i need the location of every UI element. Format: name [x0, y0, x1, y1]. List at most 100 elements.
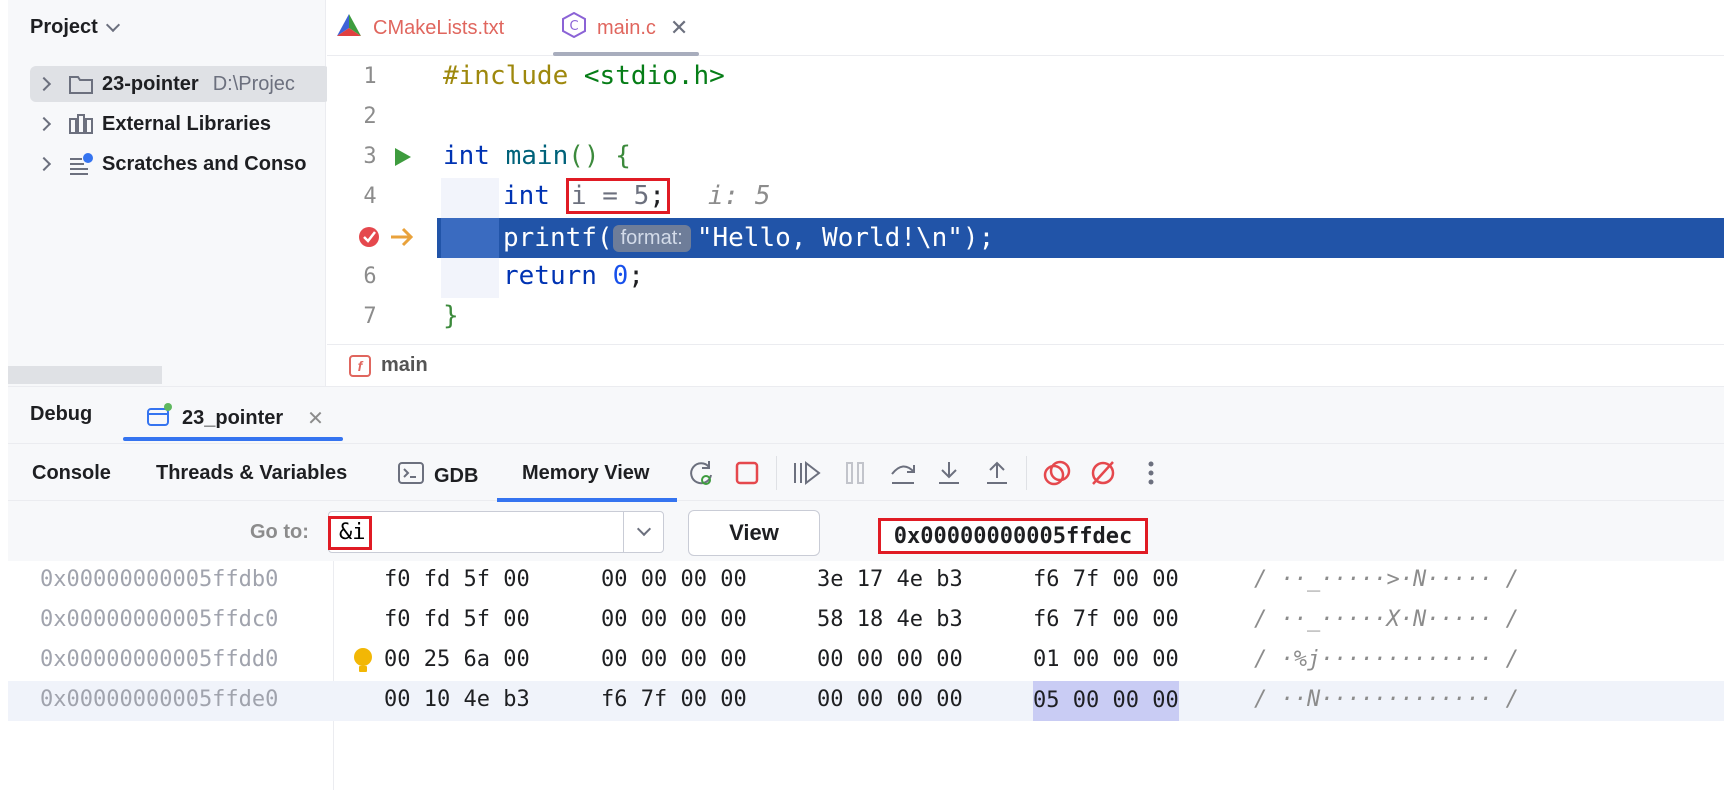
memory-address: 0x00000000005ffdb0	[40, 567, 279, 592]
project-title: Project	[30, 16, 98, 38]
scratches-icon	[66, 152, 96, 176]
tab-label: 23_pointer	[182, 406, 284, 429]
view-button[interactable]: View	[688, 510, 820, 556]
indent-guide	[441, 218, 499, 258]
library-icon	[66, 112, 96, 136]
code-token: ()	[568, 141, 600, 171]
breadcrumb-label: main	[381, 354, 428, 376]
more-options-icon[interactable]	[1136, 458, 1166, 488]
view-breakpoints-icon[interactable]	[1042, 458, 1072, 488]
chevron-right-icon[interactable]	[36, 116, 52, 132]
tab-gdb[interactable]: GDB	[398, 462, 478, 490]
memory-bytes-selected[interactable]: 05 00 00 00	[1033, 681, 1179, 721]
memory-bytes[interactable]: f0 fd 5f 00	[384, 607, 530, 632]
tab-label: Console	[32, 462, 111, 484]
chevron-down-icon	[636, 521, 651, 537]
breadcrumb[interactable]: f main	[327, 344, 1724, 386]
memory-bytes[interactable]: 00 10 4e b3	[384, 687, 530, 712]
close-icon[interactable]: ✕	[670, 15, 688, 41]
tab-label: Memory View	[522, 462, 650, 484]
tab-session[interactable]: 23_pointer ✕	[146, 403, 324, 433]
tree-item-project-root[interactable]: 23-pointer D:\Projec	[30, 66, 330, 102]
tab-label: CMakeLists.txt	[373, 16, 505, 39]
memory-bytes[interactable]: 58 18 4e b3	[817, 607, 963, 632]
close-icon[interactable]: ✕	[307, 406, 324, 431]
code-token: return	[503, 261, 597, 291]
memory-bytes[interactable]: f6 7f 00 00	[1033, 567, 1179, 592]
memory-row-current: 0x00000000005ffde0 00 10 4e b3 f6 7f 00 …	[8, 681, 1724, 721]
breakpoint-icon[interactable]	[357, 225, 381, 254]
memory-bytes[interactable]: f6 7f 00 00	[1033, 607, 1179, 632]
memory-bytes[interactable]: 00 00 00 00	[817, 647, 963, 672]
goto-input[interactable]	[329, 512, 623, 552]
tree-item-label: Scratches and Conso	[102, 152, 307, 175]
memory-bytes[interactable]: 00 25 6a 00	[384, 647, 530, 672]
toolbar-separator	[776, 456, 777, 490]
code-token: ;	[628, 261, 644, 291]
code-line-7: }	[443, 296, 459, 336]
ascii-text: ·%j·············	[1280, 647, 1493, 672]
resume-icon[interactable]	[792, 458, 822, 488]
code-token: "Hello, World!\n");	[696, 223, 995, 253]
code-token: int	[503, 181, 550, 211]
rerun-debug-icon[interactable]	[686, 458, 716, 488]
tree-item-label: 23-pointer	[102, 72, 199, 95]
tab-cmakelists[interactable]: CMakeLists.txt	[335, 0, 504, 56]
code-token: }	[443, 301, 459, 331]
memory-view: 0x00000000005ffdb0 f0 fd 5f 00 00 00 00 …	[8, 561, 1724, 790]
inline-value-hint: i: 5	[707, 181, 771, 211]
current-address: 0x00000000005ffdec	[878, 518, 1148, 554]
svg-text:C: C	[569, 19, 578, 34]
memory-bytes[interactable]: 3e 17 4e b3	[817, 567, 963, 592]
step-out-icon[interactable]	[982, 458, 1012, 488]
goto-row: Go to: View 0x00000000005ffdec	[8, 501, 1724, 561]
memory-bytes[interactable]: 01 00 00 00	[1033, 647, 1179, 672]
step-into-icon[interactable]	[934, 458, 964, 488]
code-token: <stdio.h>	[568, 61, 725, 91]
horizontal-scrollbar[interactable]	[8, 366, 162, 384]
chevron-right-icon[interactable]	[36, 156, 52, 172]
line-number: 1	[363, 64, 377, 89]
c-file-icon: C	[561, 11, 587, 44]
run-icon[interactable]	[391, 146, 413, 173]
indent-guide	[441, 178, 499, 218]
project-header[interactable]: Project	[30, 16, 120, 39]
line-number: 7	[363, 304, 377, 329]
tree-item-label: External Libraries	[102, 112, 271, 135]
tab-threads-variables[interactable]: Threads & Variables	[156, 462, 347, 485]
memory-bytes[interactable]: 00 00 00 00	[601, 607, 747, 632]
code-token: {	[599, 141, 631, 171]
debug-tabs: Debug 23_pointer ✕	[8, 387, 1724, 443]
lightbulb-icon[interactable]	[352, 647, 374, 679]
stop-icon[interactable]	[732, 458, 762, 488]
memory-bytes[interactable]: 00 00 00 00	[601, 647, 747, 672]
tree-item-scratches[interactable]: Scratches and Conso	[30, 146, 330, 182]
chevron-right-icon[interactable]	[36, 76, 52, 92]
mute-breakpoints-icon[interactable]	[1088, 458, 1118, 488]
tree-item-path: D:\Projec	[212, 72, 295, 95]
tab-console[interactable]: Console	[32, 462, 111, 485]
memory-row: 0x00000000005ffdb0 f0 fd 5f 00 00 00 00 …	[8, 561, 1724, 601]
memory-row: 0x00000000005ffdc0 f0 fd 5f 00 00 00 00 …	[8, 601, 1724, 641]
tab-debug[interactable]: Debug	[30, 403, 92, 426]
goto-dropdown[interactable]	[623, 512, 663, 552]
ascii-text: ··_·····X·N·····	[1280, 607, 1493, 632]
memory-bytes[interactable]: f0 fd 5f 00	[384, 567, 530, 592]
tree-item-external-libraries[interactable]: External Libraries	[30, 106, 330, 142]
code-token: #include	[443, 61, 569, 91]
memory-bytes[interactable]: f6 7f 00 00	[601, 687, 747, 712]
memory-ascii: / ··_·····>·N····· /	[1254, 567, 1519, 592]
memory-bytes[interactable]: 00 00 00 00	[817, 687, 963, 712]
function-icon: f	[349, 354, 371, 377]
memory-address: 0x00000000005ffdc0	[40, 607, 279, 632]
code-token: int	[443, 141, 490, 171]
step-over-icon[interactable]	[888, 458, 918, 488]
project-panel: Project 23-pointer D:\Projec External Li…	[8, 0, 330, 386]
tab-main-c[interactable]: C main.c ✕	[561, 0, 688, 56]
folder-icon	[66, 72, 96, 96]
memory-bytes[interactable]: 00 00 00 00	[601, 567, 747, 592]
tab-memory-view[interactable]: Memory View	[522, 462, 649, 485]
tab-label: Threads & Variables	[156, 462, 348, 484]
pause-icon[interactable]	[840, 458, 870, 488]
chevron-down-icon	[105, 17, 120, 32]
